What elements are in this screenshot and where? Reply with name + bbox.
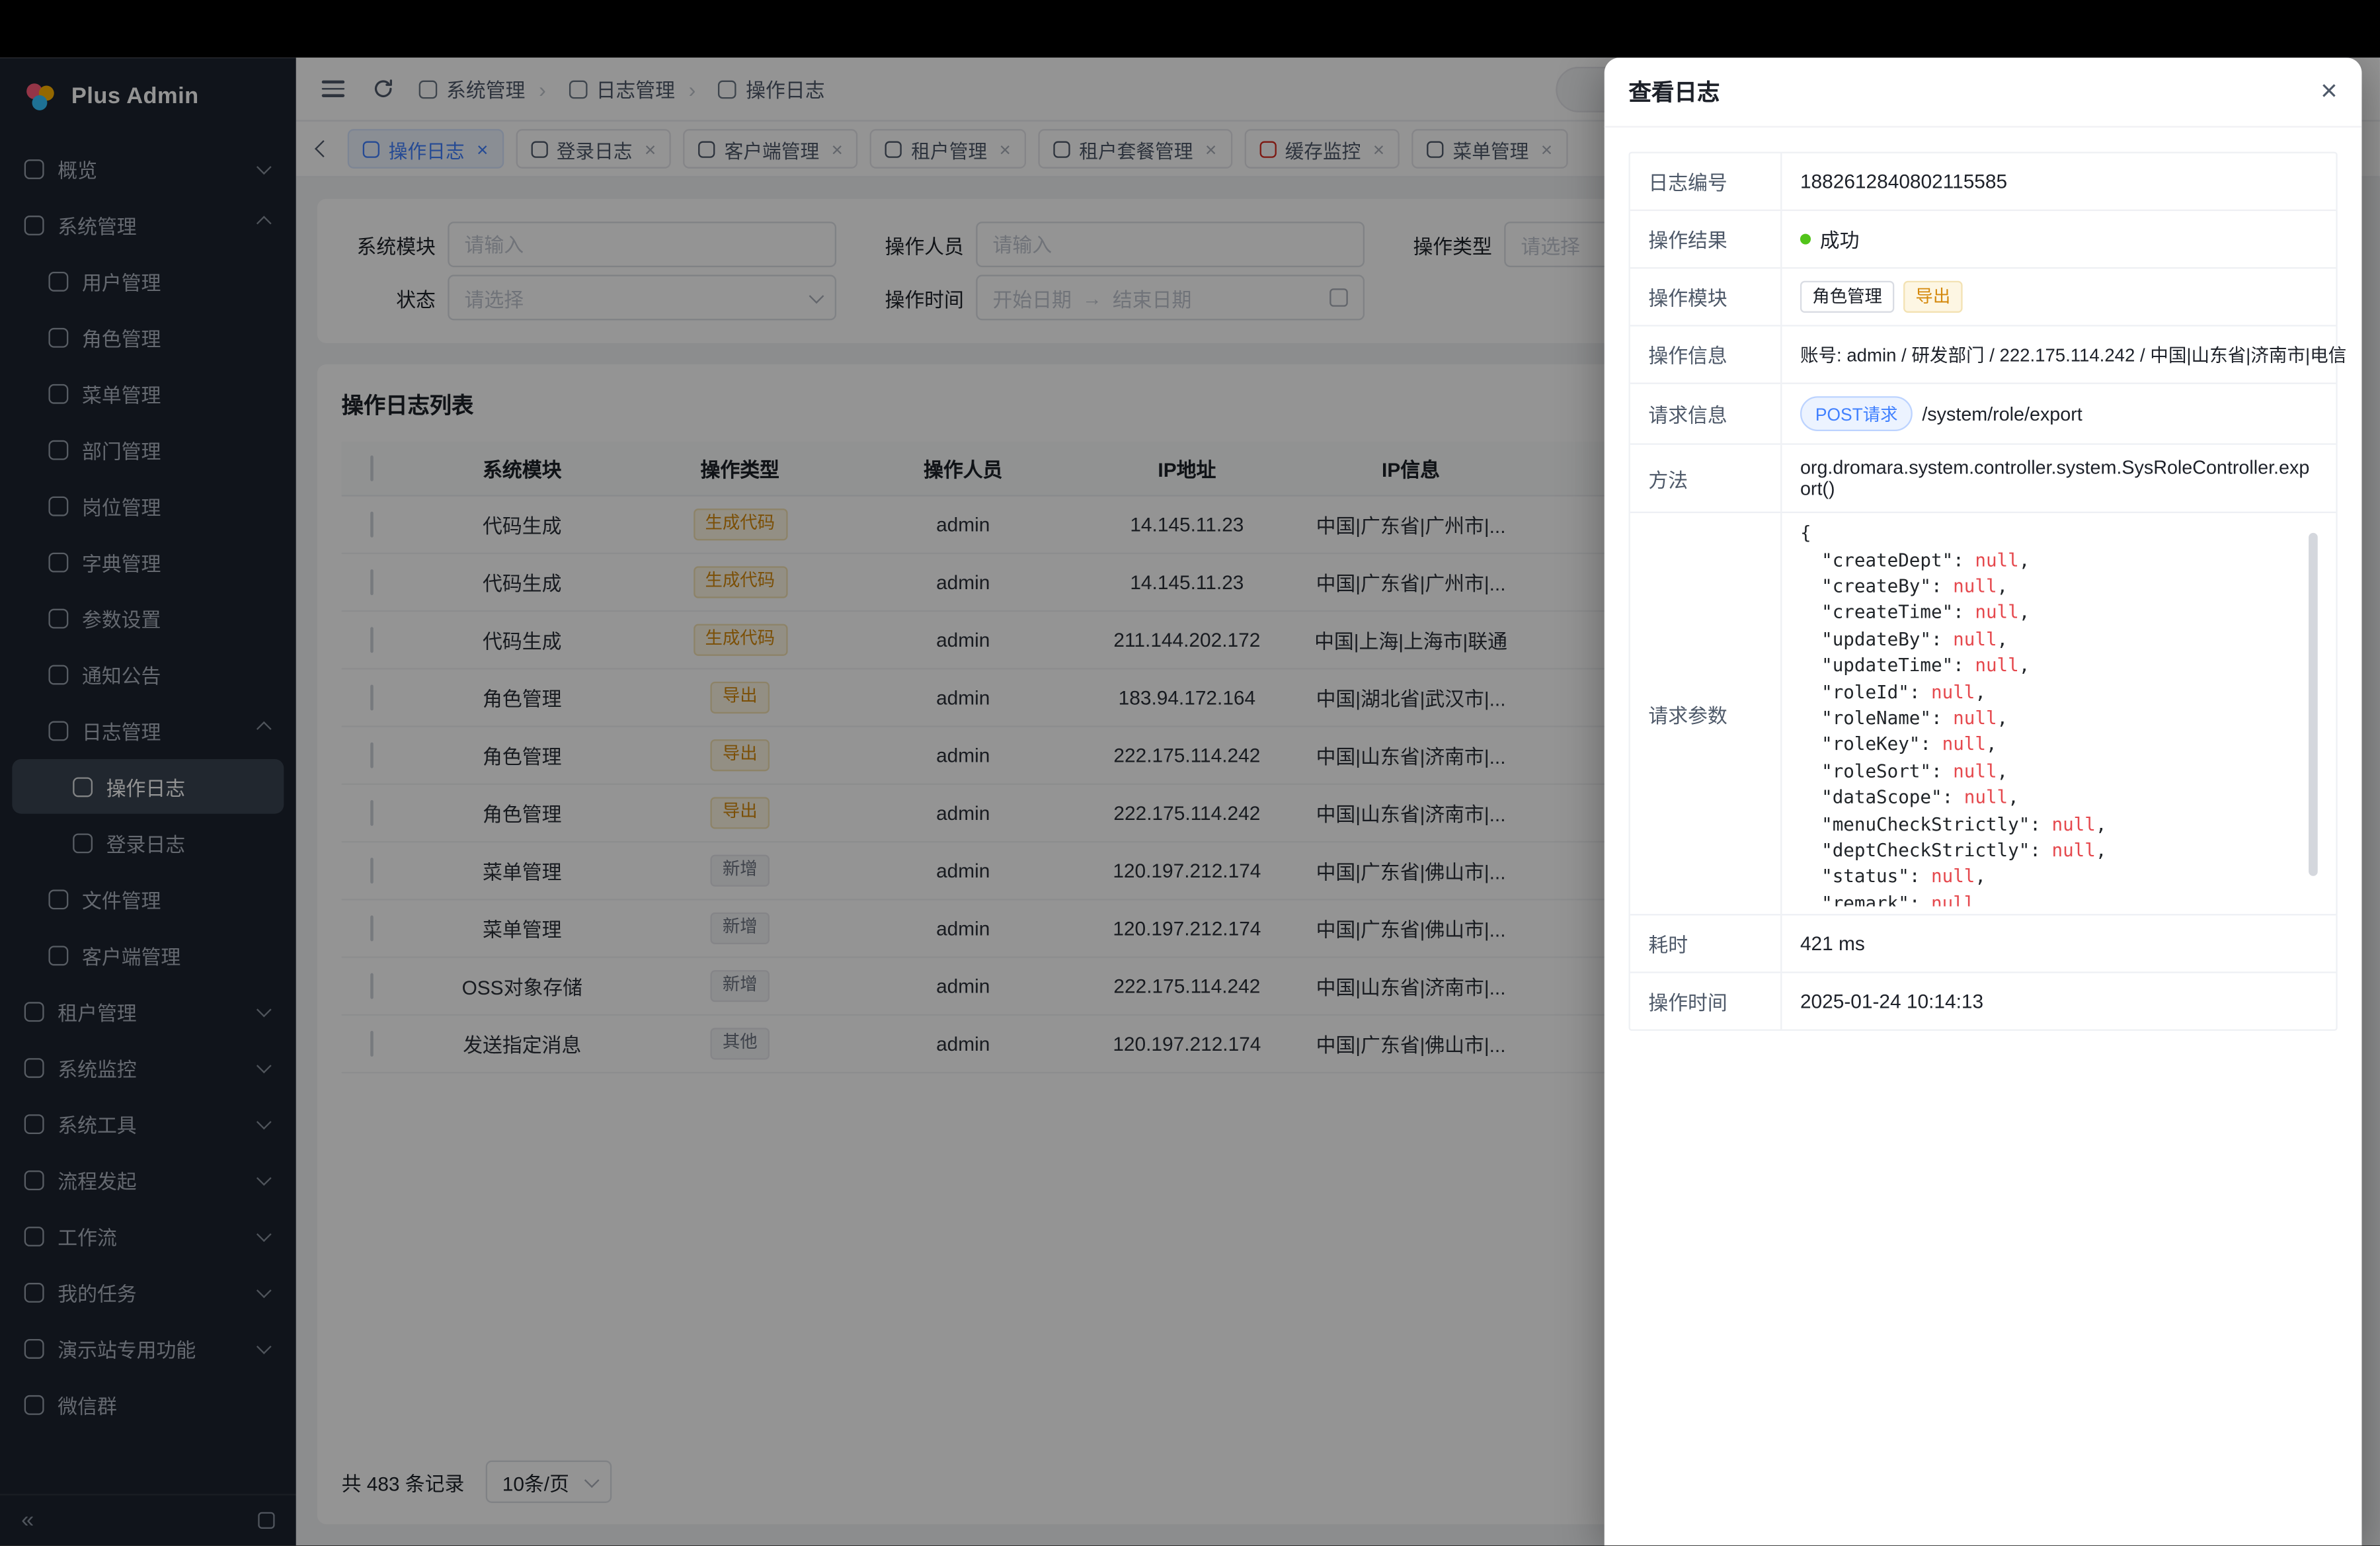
detail-row-info: 操作信息 账号: admin / 研发部门 / 222.175.114.242 … (1630, 327, 2336, 384)
view-log-drawer: 查看日志 日志编号 1882612840802115585 操作结果 成功 (1605, 58, 2362, 1545)
json-line: "remark": null, (1800, 891, 2318, 907)
drawer-title: 查看日志 (1629, 76, 1720, 108)
json-line: "roleKey": null, (1800, 732, 2318, 758)
json-line: "status": null, (1800, 864, 2318, 891)
operation-info-value: 账号: admin / 研发部门 / 222.175.114.242 / 中国|… (1800, 342, 2346, 368)
export-tag: 导出 (1903, 281, 1963, 313)
detail-row-log-id: 日志编号 1882612840802115585 (1630, 153, 2336, 211)
json-line: "createBy": null, (1800, 574, 2318, 600)
drawer-body: 日志编号 1882612840802115585 操作结果 成功 操作模块 (1605, 128, 2362, 1055)
module-tag: 角色管理 (1800, 281, 1894, 313)
json-line: "roleName": null, (1800, 706, 2318, 732)
json-line: "deptCheckStrictly": null, (1800, 838, 2318, 864)
log-details-table: 日志编号 1882612840802115585 操作结果 成功 操作模块 (1629, 152, 2338, 1032)
detail-row-duration: 耗时 421 ms (1630, 916, 2336, 973)
json-open-brace: { (1800, 521, 2318, 548)
close-icon[interactable] (2320, 75, 2338, 109)
detail-row-result: 操作结果 成功 (1630, 211, 2336, 268)
json-line: "createDept": null, (1800, 548, 2318, 574)
method-value: org.dromara.system.controller.system.Sys… (1800, 457, 2318, 499)
drawer-header: 查看日志 (1605, 58, 2362, 128)
post-request-tag: POST请求 (1800, 396, 1913, 431)
json-line: "updateBy": null, (1800, 627, 2318, 653)
log-id-value: 1882612840802115585 (1782, 153, 2336, 210)
request-url-value: /system/role/export (1922, 403, 2082, 425)
detail-row-time: 操作时间 2025-01-24 10:14:13 (1630, 973, 2336, 1030)
success-dot-icon (1800, 234, 1811, 245)
operation-time-value: 2025-01-24 10:14:13 (1782, 973, 2336, 1030)
json-line: "roleSort": null, (1800, 758, 2318, 785)
json-line: "roleId": null, (1800, 679, 2318, 706)
viewport: Plus Admin 概览 系统管理 (0, 0, 2380, 1545)
app-root: Plus Admin 概览 系统管理 (0, 58, 2380, 1545)
detail-row-method: 方法 org.dromara.system.controller.system.… (1630, 445, 2336, 513)
json-line: "menuCheckStrictly": null, (1800, 811, 2318, 838)
json-line: "updateTime": null, (1800, 653, 2318, 680)
window-chrome-bar (0, 0, 2380, 58)
result-value: 成功 (1820, 225, 1860, 254)
duration-value: 421 ms (1782, 916, 2336, 972)
detail-row-request: 请求信息 POST请求 /system/role/export (1630, 384, 2336, 445)
json-line: "dataScope": null, (1800, 785, 2318, 811)
code-scrollbar-thumb[interactable] (2309, 533, 2318, 876)
request-params-code-block[interactable]: { "createDept": null, "createBy": null, … (1800, 521, 2318, 907)
json-line: "createTime": null, (1800, 600, 2318, 627)
detail-row-module: 操作模块 角色管理 导出 (1630, 268, 2336, 326)
detail-row-params: 请求参数 { "createDept": null, "createBy": n… (1630, 513, 2336, 915)
